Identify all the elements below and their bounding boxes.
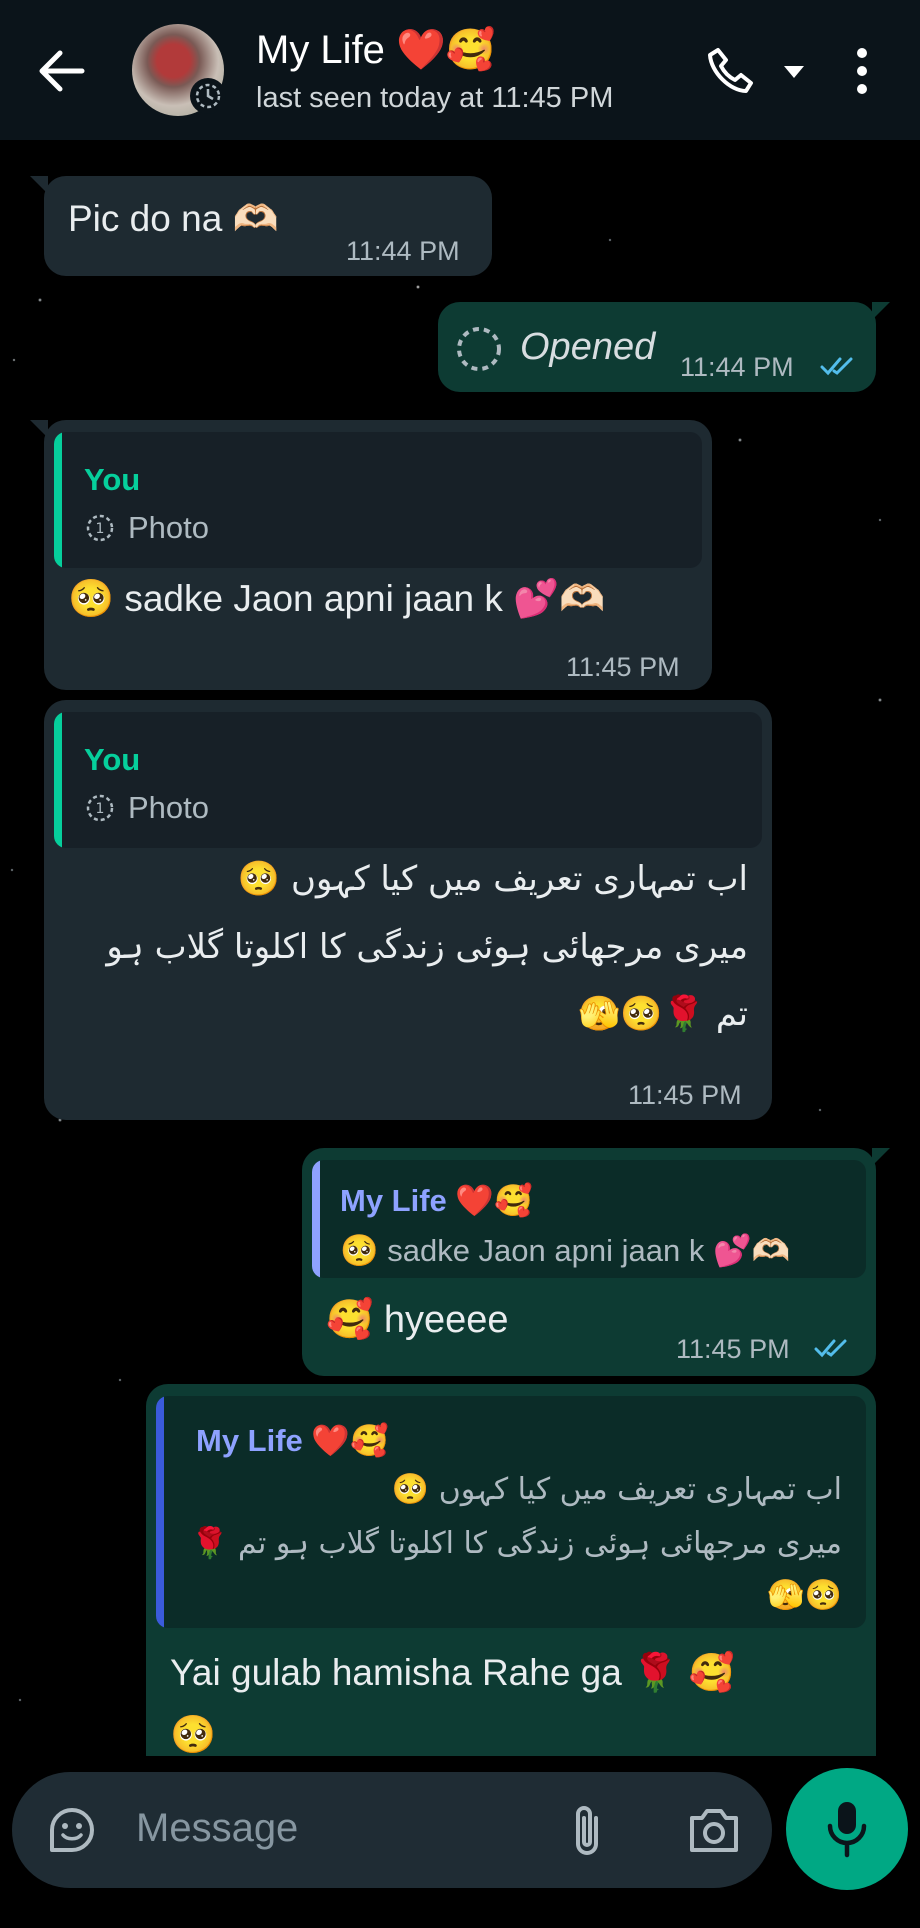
- quote-text: Photo: [128, 790, 210, 825]
- last-seen-status: last seen today at 11:45 PM: [256, 82, 614, 114]
- quoted-message[interactable]: You 1 Photo: [54, 712, 762, 848]
- outgoing-message[interactable]: My Life ❤️🥰 🥺 sadke Jaon apni jaan k 💕🫶🏻…: [302, 1148, 890, 1376]
- message-time: 11:44 PM: [346, 236, 460, 266]
- chat-header: My Life ❤️🥰 last seen today at 11:45 PM: [0, 0, 920, 140]
- message-input-bar: Message: [12, 1772, 772, 1888]
- view-once-icon: 1: [86, 794, 114, 822]
- read-ticks-icon: [814, 1339, 847, 1358]
- quoted-message[interactable]: My Life ❤️🥰 اب تمہاری تعریف میں کیا کہوں…: [156, 1396, 866, 1628]
- quote-line: اب تمہاری تعریف میں کیا کہوں 🥺: [391, 1472, 842, 1507]
- message-input[interactable]: Message: [136, 1806, 298, 1851]
- incoming-message[interactable]: You 1 Photo اب تمہاری تعریف میں کیا کہوں…: [44, 700, 772, 1120]
- quote-sender: My Life ❤️🥰: [196, 1423, 389, 1458]
- quote-line: میری مرجھائی ہوئی زندگی کا اکلوتا گلاب ہ…: [191, 1526, 842, 1561]
- message-time: 11:45 PM: [676, 1334, 790, 1364]
- read-ticks-icon: [820, 357, 853, 376]
- svg-text:1: 1: [96, 521, 105, 537]
- voice-record-button[interactable]: [786, 1768, 908, 1890]
- message-time: 11:44 PM: [680, 352, 794, 382]
- quote-text: 🥺 sadke Jaon apni jaan k 💕🫶🏻: [340, 1233, 791, 1268]
- view-once-opened-icon: [457, 327, 501, 371]
- message-time: 11:45 PM: [628, 1080, 742, 1110]
- more-options-icon[interactable]: [852, 46, 872, 96]
- outgoing-message[interactable]: My Life ❤️🥰 اب تمہاری تعریف میں کیا کہوں…: [146, 1384, 876, 1764]
- message-text: Pic do na 🫶🏻: [68, 198, 279, 239]
- view-once-label: Opened: [520, 326, 656, 368]
- quote-text: Photo: [128, 510, 210, 545]
- message-time: 11:45 PM: [566, 652, 680, 682]
- back-arrow-icon[interactable]: [36, 48, 86, 94]
- message-text: Yai gulab hamisha Rahe ga 🌹 🥰: [170, 1652, 735, 1693]
- message-text-continued: 🥺: [170, 1714, 217, 1755]
- quoted-message[interactable]: My Life ❤️🥰 🥺 sadke Jaon apni jaan k 💕🫶🏻: [312, 1160, 866, 1278]
- message-text: 🥺 sadke Jaon apni jaan k 💕🫶🏻: [68, 578, 606, 619]
- attach-paperclip-icon[interactable]: [568, 1802, 608, 1860]
- outgoing-message[interactable]: Opened 11:44 PM: [438, 302, 890, 392]
- incoming-message[interactable]: You 1 Photo 🥺 sadke Jaon apni jaan k 💕🫶🏻…: [30, 420, 712, 690]
- sticker-emoji-icon[interactable]: [44, 1802, 100, 1858]
- incoming-message[interactable]: Pic do na 🫶🏻 11:44 PM: [30, 176, 492, 276]
- svg-text:1: 1: [96, 801, 105, 817]
- camera-icon[interactable]: [686, 1804, 742, 1856]
- quoted-message[interactable]: You 1 Photo: [54, 432, 702, 568]
- message-line: اب تمہاری تعریف میں کیا کہوں 🥺: [237, 859, 748, 899]
- message-line: تم 🌹🥺🫣: [578, 994, 748, 1034]
- dropdown-caret-icon[interactable]: [782, 62, 806, 82]
- quote-sender: My Life ❤️🥰: [340, 1183, 533, 1218]
- quote-sender: You: [84, 462, 141, 497]
- status-timer-icon: [190, 78, 226, 114]
- quote-sender: You: [84, 742, 141, 777]
- view-once-icon: 1: [86, 514, 114, 542]
- call-icon[interactable]: [704, 44, 758, 98]
- contact-name[interactable]: My Life ❤️🥰: [256, 26, 496, 73]
- message-line: میری مرجھائی ہوئی زندگی کا اکلوتا گلاب ہ…: [106, 927, 748, 967]
- microphone-icon: [827, 1802, 867, 1858]
- message-text: 🥰 hyeeee: [326, 1299, 509, 1341]
- quote-line: 🥺🫣: [767, 1578, 842, 1613]
